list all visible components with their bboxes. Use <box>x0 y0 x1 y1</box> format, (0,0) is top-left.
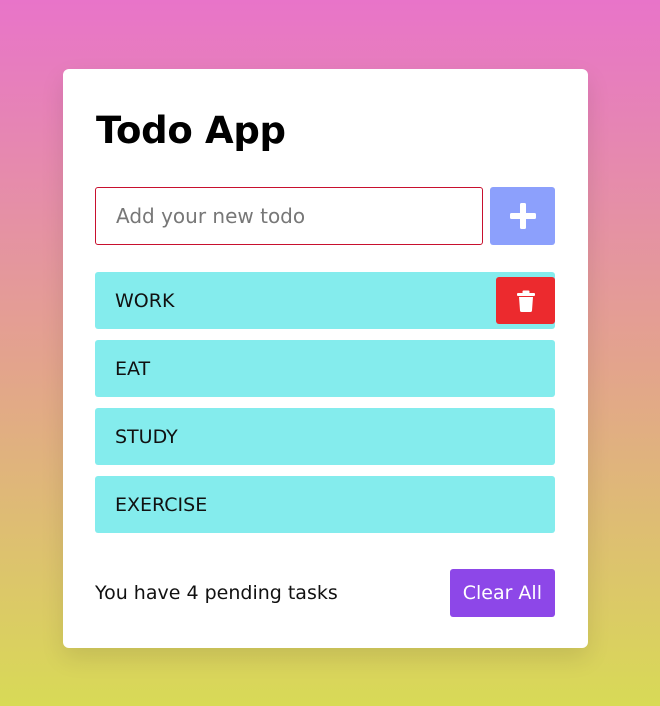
todo-list: WORK EAT STUDY EXERCISE <box>95 272 555 544</box>
clear-all-button[interactable]: Clear All <box>449 569 555 617</box>
pending-suffix: pending tasks <box>198 582 338 604</box>
todo-card: Todo App WORK EAT STUDY EXERCISE <box>63 69 588 648</box>
footer: You have 4 pending tasks Clear All <box>95 569 555 617</box>
pending-prefix: You have <box>95 582 187 604</box>
todo-item[interactable]: EXERCISE <box>95 476 555 533</box>
todo-item[interactable]: WORK <box>95 272 555 329</box>
todo-item[interactable]: EAT <box>95 340 555 397</box>
todo-text: EAT <box>115 357 151 380</box>
todo-text: WORK <box>115 289 175 312</box>
new-todo-input[interactable] <box>95 187 483 245</box>
plus-icon <box>509 203 536 229</box>
pending-count: 4 <box>186 582 199 604</box>
todo-text: EXERCISE <box>115 493 208 516</box>
app-title: Todo App <box>96 109 286 152</box>
delete-todo-button[interactable] <box>496 277 555 324</box>
pending-tasks-text: You have 4 pending tasks <box>95 582 338 604</box>
todo-text: STUDY <box>115 425 178 448</box>
trash-icon <box>516 290 535 312</box>
add-todo-button[interactable] <box>490 187 555 245</box>
todo-item[interactable]: STUDY <box>95 408 555 465</box>
